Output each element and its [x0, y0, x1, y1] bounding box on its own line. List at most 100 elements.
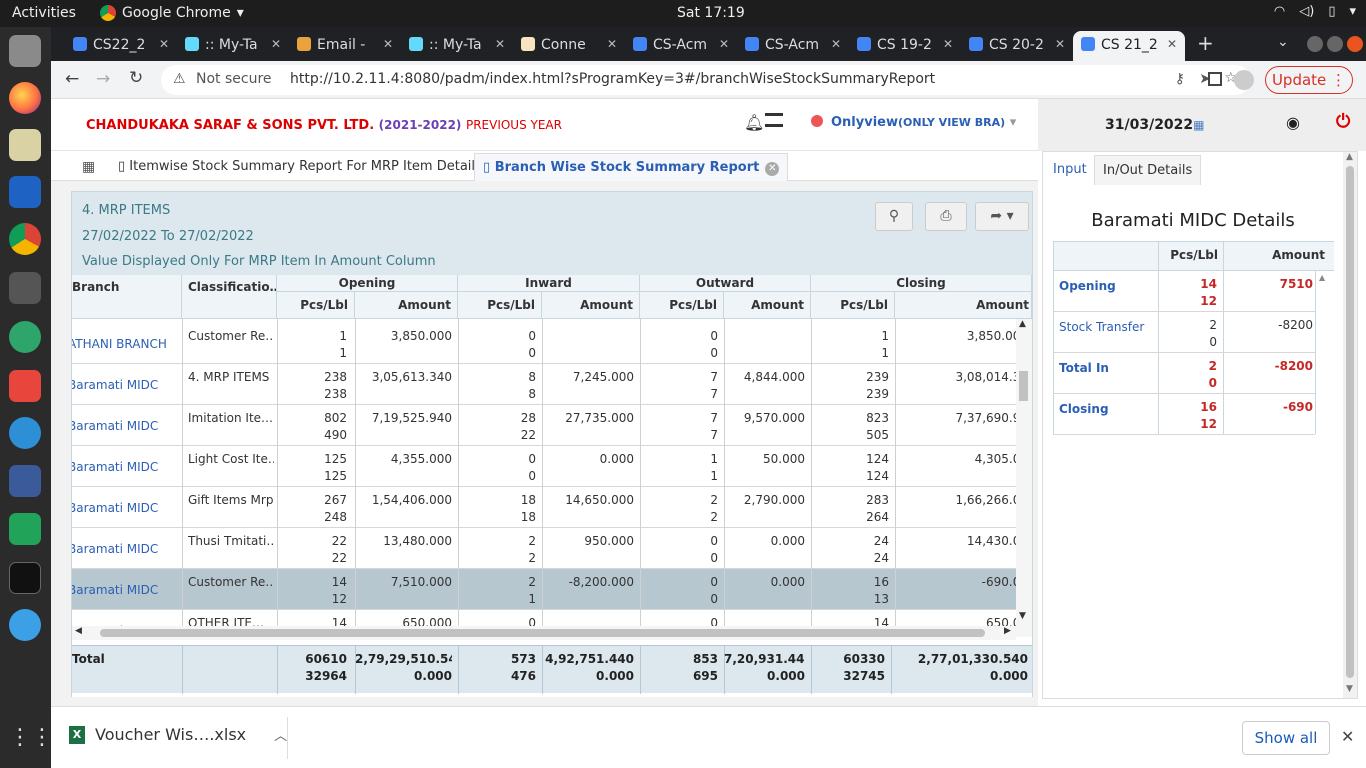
tab-search-icon[interactable]: ⌄ [1277, 34, 1289, 50]
tab-branch-report[interactable]: ▯ Branch Wise Stock Summary Report ✕ [474, 153, 789, 181]
cell-out-l: 2 [710, 510, 718, 524]
menu-list-icon[interactable] [765, 113, 783, 127]
tab-inout-details[interactable]: In/Out Details [1094, 155, 1202, 185]
disk-icon[interactable] [9, 129, 41, 161]
col-header-amount[interactable]: Amount [895, 292, 1032, 319]
scroll-up-icon[interactable]: ▲ [1346, 152, 1353, 162]
phone-icon[interactable] [9, 609, 41, 641]
scroll-right-icon[interactable]: ▶ [1004, 626, 1011, 636]
scroll-thumb[interactable] [1019, 371, 1028, 401]
key-icon[interactable]: ⚷ [1175, 71, 1185, 87]
power-icon[interactable]: ⏻ [1336, 111, 1350, 132]
cell-in-l: 18 [520, 510, 536, 524]
group-header-inward: Inward [458, 275, 640, 292]
spreadsheet-icon[interactable] [9, 513, 41, 545]
bell-icon[interactable]: 🔔︎ [744, 113, 764, 132]
details-scrollbar[interactable]: ▲ ▼ [1343, 152, 1357, 698]
browser-tab[interactable]: CS 19-2 ✕ [849, 31, 961, 61]
activities-button[interactable]: Activities [12, 5, 76, 21]
date-picker[interactable]: 31/03/2022▦ [1105, 117, 1205, 133]
close-icon[interactable]: ✕ [159, 37, 169, 51]
minimize-icon[interactable] [1307, 36, 1323, 52]
chevron-up-icon[interactable]: ︿ [274, 725, 287, 744]
show-all-button[interactable]: Show all [1242, 721, 1330, 755]
col-header-amount[interactable]: Amount [724, 292, 811, 319]
back-icon[interactable]: ← [65, 69, 79, 89]
close-icon[interactable]: ✕ [1055, 37, 1065, 51]
close-icon[interactable]: ✕ [607, 37, 617, 51]
cell-branch: Baramati MIDC [72, 501, 159, 515]
col-header-pcs[interactable]: Pcs/Lbl [277, 292, 355, 319]
tab-input[interactable]: Input [1045, 155, 1095, 185]
download-item[interactable]: X Voucher Wis….xlsx ︿ [69, 725, 287, 744]
horizontal-scrollbar[interactable]: ◀ ▶ [72, 626, 1016, 640]
print-button[interactable]: ⎙ [925, 202, 967, 231]
firefox-icon[interactable] [9, 82, 41, 114]
close-window-icon[interactable] [1347, 36, 1363, 52]
scroll-down-icon[interactable]: ▼ [1019, 611, 1026, 621]
scroll-left-icon[interactable]: ◀ [75, 626, 82, 636]
app-menu[interactable]: Google Chrome ▾ [100, 5, 244, 21]
scroll-up-icon[interactable]: ▲ [1319, 273, 1325, 282]
browser-tab[interactable]: :: My-Ta ✕ [401, 31, 513, 61]
col-header-amount[interactable]: Amount [355, 292, 458, 319]
reload-icon[interactable]: ↻ [129, 68, 143, 88]
scroll-thumb[interactable] [1346, 166, 1354, 678]
close-icon[interactable]: ✕ [495, 37, 505, 51]
files-icon[interactable] [9, 35, 41, 67]
document-icon[interactable] [9, 176, 41, 208]
browser-tab[interactable]: CS-Acm ✕ [625, 31, 737, 61]
vertical-scrollbar[interactable]: ▲ ▼ [1016, 319, 1032, 637]
col-header-branch[interactable]: Branch [72, 275, 182, 319]
scroll-up-icon[interactable]: ▲ [1019, 319, 1026, 329]
scroll-thumb[interactable] [100, 629, 985, 637]
close-icon[interactable]: ✕ [943, 37, 953, 51]
profile-icon[interactable] [1234, 70, 1254, 90]
app-grid-icon[interactable]: ⋮⋮ [9, 725, 53, 757]
sidebar-icon[interactable] [1208, 72, 1222, 86]
new-tab-icon[interactable]: + [1197, 31, 1214, 55]
close-icon[interactable]: ✕ [719, 37, 729, 51]
col-header-pcs[interactable]: Pcs/Lbl [458, 292, 542, 319]
close-icon[interactable]: ✕ [765, 162, 780, 176]
col-header-amount[interactable]: Amount [542, 292, 640, 319]
calculator-icon[interactable] [9, 272, 41, 304]
url-field[interactable]: ⚠ Not secure http://10.2.11.4:8080/padm/… [161, 65, 1251, 95]
grid-menu-icon[interactable]: ▦ [82, 159, 95, 175]
network-icon[interactable] [9, 465, 41, 497]
close-icon[interactable]: ✕ [1341, 727, 1354, 746]
browser-tab[interactable]: CS 20-2 ✕ [961, 31, 1073, 61]
close-icon[interactable]: ✕ [271, 37, 281, 51]
terminal-icon[interactable] [9, 562, 41, 594]
share-button[interactable]: ➦ ▾ [975, 202, 1029, 231]
user-menu[interactable]: Onlyview(ONLY VIEW BRA) ▾ [811, 115, 1016, 130]
forward-icon[interactable]: → [96, 69, 110, 89]
system-tray[interactable]: ◠ ◁) ▯ ▾ [1274, 4, 1356, 19]
report-panel: 4. MRP ITEMS 27/02/2022 To 27/02/2022 Va… [71, 191, 1033, 697]
scroll-down-icon[interactable]: ▼ [1346, 684, 1353, 694]
close-icon[interactable]: ✕ [1167, 37, 1177, 51]
col-header-classification[interactable]: Classificatio… [182, 275, 277, 319]
chrome-icon[interactable] [9, 223, 41, 255]
cell-op-l: 238 [324, 387, 347, 401]
sync-icon[interactable] [9, 321, 41, 353]
col-header-pcs[interactable]: Pcs/Lbl [640, 292, 724, 319]
clock[interactable]: Sat 17:19 [677, 5, 745, 21]
tab-itemwise-report[interactable]: ▯ Itemwise Stock Summary Report For MRP … [110, 153, 510, 181]
close-icon[interactable]: ✕ [383, 37, 393, 51]
details-row-label: Stock Transfer [1059, 320, 1145, 334]
col-header-pcs[interactable]: Pcs/Lbl [811, 292, 895, 319]
browser-tab[interactable]: Conne ✕ [513, 31, 625, 61]
anydesk-icon[interactable] [9, 370, 41, 402]
browser-tab[interactable]: CS-Acm ✕ [737, 31, 849, 61]
close-icon[interactable]: ✕ [831, 37, 841, 51]
update-button[interactable]: Update ⋮ [1265, 66, 1353, 94]
browser-tab[interactable]: Email - ✕ [289, 31, 401, 61]
maximize-icon[interactable] [1327, 36, 1343, 52]
location-button[interactable]: ⚲ [875, 202, 913, 231]
browser-tab[interactable]: :: My-Ta ✕ [177, 31, 289, 61]
phone-icon[interactable] [9, 417, 41, 449]
hide-eye-icon[interactable]: ◉ [1286, 113, 1300, 132]
browser-tab[interactable]: CS22_2 ✕ [65, 31, 177, 61]
browser-tab-active[interactable]: CS 21_2 ✕ [1073, 31, 1185, 61]
